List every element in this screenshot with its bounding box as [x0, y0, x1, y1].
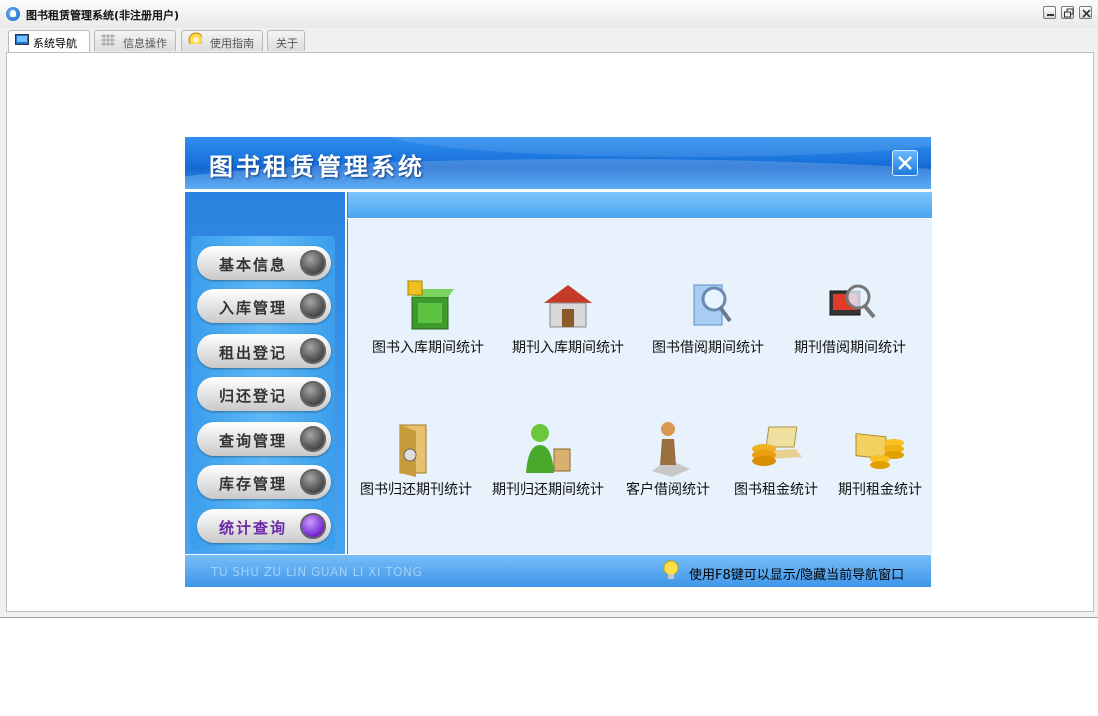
sidebar-item-label: 基本信息 [219, 256, 288, 274]
tab-about[interactable]: 关于 [267, 30, 305, 51]
sidebar: 基本信息 入库管理 租出登记 归还登记 查询管理 库存管理 统计查询 [185, 192, 345, 554]
stat-label: 期刊借阅期间统计 [794, 340, 906, 356]
title-bar[interactable]: 图书租赁管理系统(非注册用户) [0, 0, 1098, 28]
panel-banner: 图书租赁管理系统 [185, 137, 931, 189]
door-exit-icon [399, 424, 427, 477]
sidebar-menu: 基本信息 入库管理 租出登记 归还登记 查询管理 库存管理 统计查询 [191, 236, 335, 550]
tab-info-operation[interactable]: 信息操作 [94, 30, 176, 51]
help-icon [188, 32, 202, 44]
stat-periodical-return[interactable]: 期刊归还期间统计 [488, 419, 608, 509]
stat-book-stock-in[interactable]: 图书入库期间统计 [368, 277, 488, 367]
sidebar-item-stock-in[interactable]: 入库管理 [197, 289, 331, 323]
sidebar-item-label: 库存管理 [219, 475, 288, 493]
tab-user-guide[interactable]: 使用指南 [181, 30, 263, 51]
sidebar-item-label: 查询管理 [219, 432, 288, 450]
person-icon [652, 422, 690, 477]
knob-icon [300, 338, 326, 364]
house-icon [544, 285, 592, 328]
restore-icon [1064, 8, 1074, 18]
laptop-coins-icon [752, 426, 802, 466]
stat-book-borrow[interactable]: 图书借阅期间统计 [648, 277, 768, 367]
sidebar-item-label: 入库管理 [219, 299, 288, 317]
minimize-icon [1047, 14, 1054, 16]
person-shopping-icon [526, 424, 571, 473]
tab-system-navigation[interactable]: 系统导航 [8, 30, 90, 53]
knob-icon [300, 469, 326, 495]
tab-label: 系统导航 [33, 37, 77, 50]
sidebar-item-return[interactable]: 归还登记 [197, 377, 331, 411]
lightbulb-icon [663, 560, 679, 579]
sidebar-item-query[interactable]: 查询管理 [197, 422, 331, 456]
navigation-panel: 图书租赁管理系统 基本信息 入库管理 租出登记 归还登记 查询管理 库存管理 统… [185, 137, 932, 587]
minimize-button[interactable] [1043, 6, 1056, 19]
main-header-bar [347, 192, 932, 218]
stat-label: 图书归还期刊统计 [360, 482, 472, 498]
tab-label: 使用指南 [210, 37, 254, 50]
tab-label: 关于 [276, 37, 298, 50]
stat-periodical-borrow[interactable]: 期刊借阅期间统计 [790, 277, 910, 367]
knob-icon [300, 426, 326, 452]
stat-label: 期刊租金统计 [838, 482, 922, 498]
knob-icon [300, 250, 326, 276]
monitor-magnifier-icon [829, 284, 876, 319]
panel-footer: TU SHU ZU LIN GUAN LI XI TONG 使用F8键可以显示/… [185, 555, 931, 587]
monitor-icon [15, 34, 29, 45]
magnifier-document-icon [693, 284, 732, 326]
sidebar-item-rent-out[interactable]: 租出登记 [197, 334, 331, 368]
stat-label: 图书借阅期间统计 [652, 340, 764, 356]
statistics-grid: 图书入库期间统计 期刊入库期间统计 图书借阅期间统计 期刊借阅期间统计 图书归还… [347, 219, 932, 554]
window-title: 图书租赁管理系统(非注册用户) [26, 9, 180, 22]
sidebar-item-label: 归还登记 [219, 387, 288, 405]
knob-icon [300, 381, 326, 407]
sidebar-item-statistics[interactable]: 统计查询 [197, 509, 331, 543]
sidebar-item-label: 统计查询 [219, 519, 288, 537]
footer-tip-text: 使用F8键可以显示/隐藏当前导航窗口 [689, 568, 905, 583]
stat-label: 图书入库期间统计 [372, 340, 484, 356]
close-icon [1082, 9, 1091, 18]
close-button[interactable] [1079, 6, 1092, 19]
stat-label: 期刊归还期间统计 [492, 482, 604, 498]
stat-periodical-stock-in[interactable]: 期刊入库期间统计 [508, 277, 628, 367]
stat-book-return[interactable]: 图书归还期刊统计 [356, 419, 476, 509]
sidebar-item-label: 租出登记 [219, 344, 288, 362]
grid-icon [101, 34, 115, 46]
sidebar-item-inventory[interactable]: 库存管理 [197, 465, 331, 499]
stat-label: 期刊入库期间统计 [512, 340, 624, 356]
knob-icon [300, 513, 326, 539]
sidebar-item-basic-info[interactable]: 基本信息 [197, 246, 331, 280]
app-logo-icon [6, 7, 20, 21]
green-box-icon [407, 280, 454, 330]
stat-periodical-rent[interactable]: 期刊租金统计 [820, 419, 940, 509]
footer-pinyin-text: TU SHU ZU LIN GUAN LI XI TONG [211, 565, 423, 579]
close-icon [898, 156, 912, 170]
restore-button[interactable] [1061, 6, 1074, 19]
coin-stacks-icon [855, 433, 904, 469]
knob-icon [300, 293, 326, 319]
panel-close-button[interactable] [892, 150, 918, 176]
panel-title: 图书租赁管理系统 [209, 153, 425, 181]
tab-label: 信息操作 [123, 37, 167, 50]
